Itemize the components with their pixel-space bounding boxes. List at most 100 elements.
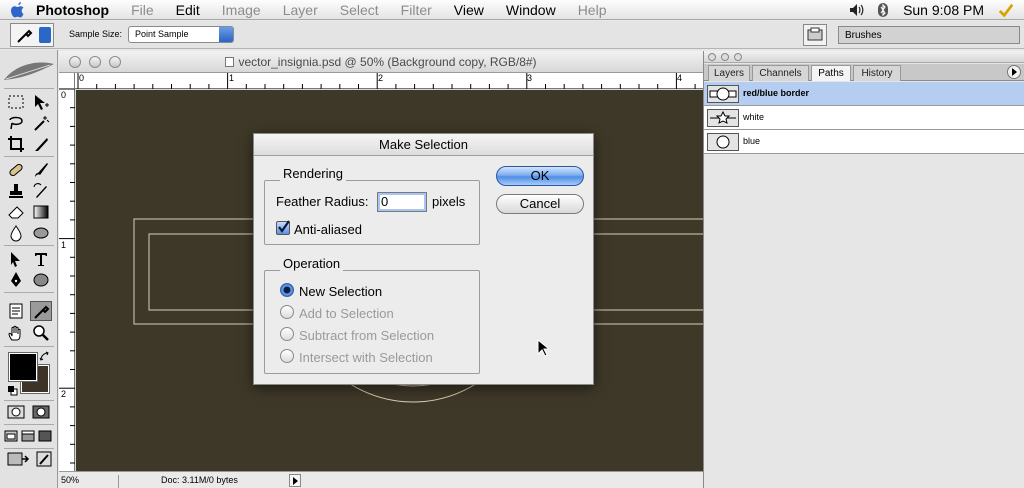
close-window-button[interactable]: [69, 56, 81, 68]
tab-paths[interactable]: Paths: [811, 65, 851, 81]
apple-menu-icon[interactable]: [0, 0, 36, 20]
blur-tool[interactable]: [5, 223, 27, 243]
menu-layer[interactable]: Layer: [283, 2, 318, 18]
foreground-color-swatch[interactable]: [8, 352, 38, 382]
menu-filter[interactable]: Filter: [401, 2, 432, 18]
palette-close-button[interactable]: [708, 53, 716, 61]
add-to-selection-label[interactable]: Add to Selection: [299, 306, 394, 321]
gradient-tool[interactable]: [30, 202, 52, 222]
path-item[interactable]: blue: [704, 130, 1024, 154]
healing-brush-tool[interactable]: [5, 160, 27, 180]
minimize-window-button[interactable]: [89, 56, 101, 68]
dialog-title[interactable]: Make Selection: [254, 134, 593, 156]
zoom-tool[interactable]: [30, 323, 52, 343]
zoom-window-button[interactable]: [109, 56, 121, 68]
brush-tool[interactable]: [30, 160, 52, 180]
anti-aliased-label[interactable]: Anti-aliased: [294, 222, 362, 237]
crop-tool[interactable]: [5, 134, 27, 154]
hand-tool[interactable]: [5, 323, 27, 343]
marquee-tool[interactable]: [5, 92, 27, 112]
menu-edit[interactable]: Edit: [176, 2, 200, 18]
triangle-right-icon: [1012, 68, 1017, 76]
type-tool[interactable]: [30, 249, 52, 269]
magnifier-icon: [33, 325, 49, 341]
ruler-origin[interactable]: [59, 73, 75, 89]
eyedropper-tool[interactable]: [30, 301, 52, 321]
palette-menu-button[interactable]: [1007, 65, 1021, 79]
menu-window[interactable]: Window: [506, 2, 556, 18]
zoom-level-field[interactable]: 50%: [61, 475, 119, 488]
psd-file-icon: [225, 57, 235, 67]
clone-stamp-tool[interactable]: [5, 181, 27, 201]
feather-logo-icon[interactable]: [2, 58, 56, 86]
menu-help[interactable]: Help: [578, 2, 607, 18]
app-menu[interactable]: Photoshop: [36, 2, 109, 18]
file-browser-icon: [807, 27, 823, 41]
history-brush-tool[interactable]: [30, 181, 52, 201]
intersect-with-selection-radio[interactable]: [280, 349, 294, 363]
notes-tool[interactable]: [5, 301, 27, 321]
subtract-from-selection-label[interactable]: Subtract from Selection: [299, 328, 434, 343]
menu-file[interactable]: File: [131, 2, 154, 18]
slice-tool[interactable]: [30, 134, 52, 154]
new-selection-label[interactable]: New Selection: [299, 284, 382, 299]
menu-select[interactable]: Select: [340, 2, 379, 18]
anti-aliased-checkbox[interactable]: [276, 220, 290, 235]
tab-channels[interactable]: Channels: [752, 65, 809, 81]
bluetooth-icon[interactable]: [875, 2, 891, 18]
path-selection-tool[interactable]: [5, 249, 27, 269]
tab-history[interactable]: History: [853, 65, 901, 81]
screen-mode-full[interactable]: [37, 426, 53, 446]
new-selection-radio[interactable]: [280, 283, 294, 297]
screen-mode-menubar[interactable]: [20, 426, 36, 446]
palette-titlebar[interactable]: [704, 51, 1024, 63]
shape-tool[interactable]: [30, 270, 52, 290]
cancel-button[interactable]: Cancel: [496, 194, 584, 214]
menu-view[interactable]: View: [454, 2, 484, 18]
move-tool[interactable]: [30, 92, 52, 112]
sample-size-select[interactable]: Point Sample: [128, 26, 234, 43]
magic-wand-tool[interactable]: [30, 113, 52, 133]
default-colors-icon[interactable]: [6, 384, 18, 396]
vertical-ruler[interactable]: 0 1 2: [59, 89, 75, 471]
file-browser-button[interactable]: [803, 24, 827, 46]
dodge-tool[interactable]: [30, 223, 52, 243]
screen-mode-standard[interactable]: [3, 426, 19, 446]
toolbox-divider: [4, 346, 54, 347]
swap-colors-icon[interactable]: [38, 350, 50, 362]
lasso-tool[interactable]: [5, 113, 27, 133]
path-thumbnail: [707, 133, 739, 151]
tool-preset-picker[interactable]: [10, 23, 54, 47]
add-to-selection-radio[interactable]: [280, 305, 294, 319]
status-menu-button[interactable]: [289, 474, 301, 487]
jump-to-imageready-button[interactable]: [5, 449, 31, 469]
standard-mode-button[interactable]: [5, 402, 27, 422]
path-item[interactable]: red/blue border: [704, 82, 1024, 106]
brushes-palette-tab[interactable]: Brushes: [838, 26, 1020, 44]
eraser-tool[interactable]: [5, 202, 27, 222]
palette-minimize-button[interactable]: [721, 53, 729, 61]
volume-icon[interactable]: [849, 2, 865, 18]
document-titlebar[interactable]: vector_insignia.psd @ 50% (Background co…: [59, 51, 703, 73]
horizontal-ruler[interactable]: 0 1 2 3 4: [75, 73, 703, 89]
feather-radius-input[interactable]: 0: [377, 192, 427, 212]
quick-mask-button[interactable]: [30, 402, 52, 422]
tab-layers[interactable]: Layers: [708, 65, 750, 81]
script-check-icon[interactable]: [998, 2, 1014, 18]
bandage-icon: [9, 163, 23, 177]
ok-button[interactable]: OK: [496, 166, 584, 186]
menu-image[interactable]: Image: [222, 2, 261, 18]
menubar-clock[interactable]: Sun 9:08 PM: [903, 2, 984, 18]
pen-tool[interactable]: [5, 270, 27, 290]
type-icon: [35, 253, 47, 266]
imageready-brush-icon[interactable]: [33, 449, 55, 469]
palette-zoom-button[interactable]: [734, 53, 742, 61]
intersect-with-selection-label[interactable]: Intersect with Selection: [299, 350, 433, 365]
hand-icon: [8, 325, 21, 341]
subtract-from-selection-radio[interactable]: [280, 327, 294, 341]
document-status-bar: 50% Doc: 3.11M/0 bytes: [59, 471, 703, 488]
path-item[interactable]: white: [704, 106, 1024, 130]
imageready-icon: [7, 452, 30, 466]
screen-mode-icon: [38, 430, 52, 442]
history-brush-icon: [33, 183, 47, 198]
